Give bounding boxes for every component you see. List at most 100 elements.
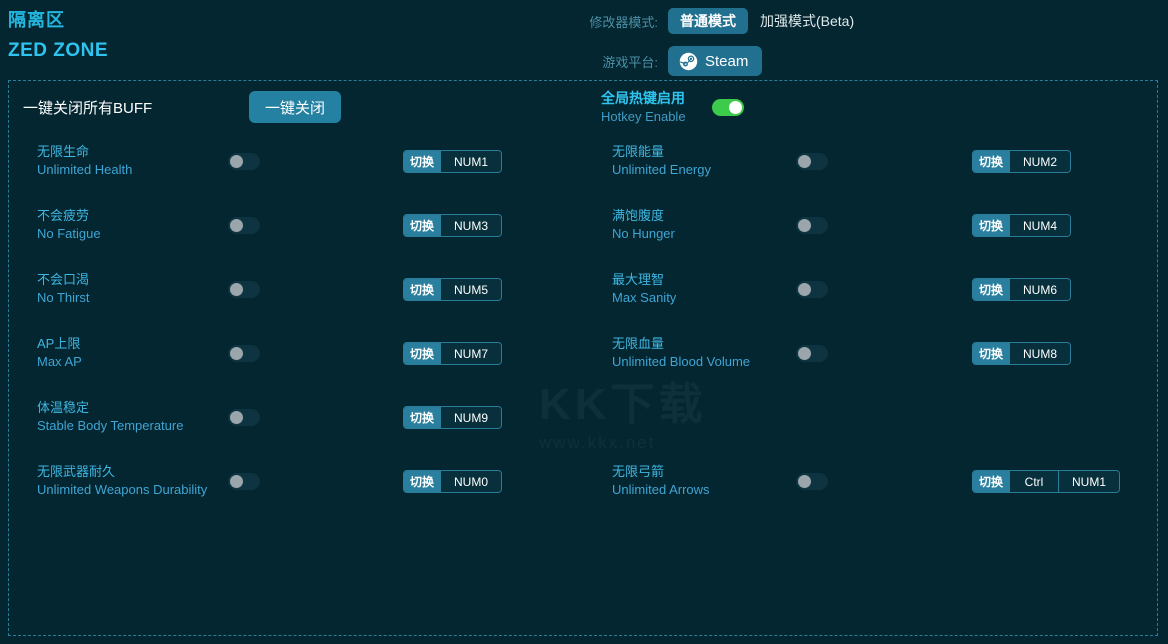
hotkey-chip[interactable]: 切换NUM9 bbox=[403, 406, 502, 429]
cheat-label-en: Unlimited Health bbox=[37, 161, 132, 179]
cheat-toggle[interactable] bbox=[796, 473, 828, 490]
cheat-toggle[interactable] bbox=[796, 345, 828, 362]
cheat-toggle-wrap bbox=[228, 345, 260, 363]
hotkey-chip[interactable]: 切换NUM3 bbox=[403, 214, 502, 237]
cheat-toggle[interactable] bbox=[228, 345, 260, 362]
hotkey-action-segment: 切换 bbox=[973, 151, 1009, 172]
cheat-hotkey-wrap: 切换NUM6 bbox=[972, 278, 1071, 301]
hotkey-enable-labels: 全局热键启用 Hotkey Enable bbox=[601, 89, 686, 126]
cheat-label-en: Max AP bbox=[37, 353, 82, 371]
cheat-toggle-wrap bbox=[228, 217, 260, 235]
hotkey-key-segment: NUM0 bbox=[440, 471, 501, 492]
mode-button-enhanced[interactable]: 加强模式(Beta) bbox=[748, 8, 866, 34]
all-off-button[interactable]: 一键关闭 bbox=[249, 91, 341, 123]
hotkey-chip[interactable]: 切换NUM4 bbox=[972, 214, 1071, 237]
trainer-mode-row: 修改器模式: 普通模式 加强模式(Beta) bbox=[578, 4, 866, 38]
cheat-row-labels: 体温稳定Stable Body Temperature bbox=[37, 399, 183, 435]
cheat-toggle-wrap bbox=[228, 281, 260, 299]
cheat-toggle[interactable] bbox=[796, 153, 828, 170]
cheat-toggle[interactable] bbox=[228, 409, 260, 426]
hotkey-modifier-segment: Ctrl bbox=[1009, 471, 1058, 492]
hotkey-chip[interactable]: 切换NUM5 bbox=[403, 278, 502, 301]
cheat-toggle[interactable] bbox=[228, 153, 260, 170]
cheat-hotkey-wrap: 切换CtrlNUM1 bbox=[972, 470, 1120, 493]
platform-button-label: Steam bbox=[705, 53, 748, 70]
cheat-hotkey-wrap: 切换NUM9 bbox=[403, 406, 502, 429]
cheat-hotkey-wrap: 切换NUM3 bbox=[403, 214, 502, 237]
cheat-toggle-wrap bbox=[796, 473, 828, 491]
cheat-hotkey-wrap: 切换NUM0 bbox=[403, 470, 502, 493]
hotkey-enable-block: 全局热键启用 Hotkey Enable bbox=[601, 89, 744, 126]
hotkey-chip[interactable]: 切换NUM0 bbox=[403, 470, 502, 493]
cheat-row-labels: 不会口渴No Thirst bbox=[37, 271, 90, 307]
cheat-panel: KK下载 www.kkx.net 一键关闭所有BUFF 一键关闭 全局热键启用 … bbox=[8, 80, 1158, 636]
hotkey-chip[interactable]: 切换CtrlNUM1 bbox=[972, 470, 1120, 493]
header-controls: 修改器模式: 普通模式 加强模式(Beta) 游戏平台: bbox=[578, 4, 866, 84]
hotkey-enable-label-en: Hotkey Enable bbox=[601, 108, 686, 126]
cheat-column-left: 无限生命Unlimited Health切换NUM1不会疲劳No Fatigue… bbox=[9, 137, 584, 521]
hotkey-key-segment: NUM6 bbox=[1009, 279, 1070, 300]
hotkey-key-segment: NUM4 bbox=[1009, 215, 1070, 236]
hotkey-action-segment: 切换 bbox=[404, 151, 440, 172]
toggle-knob bbox=[729, 101, 742, 114]
hotkey-key-segment: NUM7 bbox=[440, 343, 501, 364]
hotkey-key-segment: NUM8 bbox=[1009, 343, 1070, 364]
hotkey-action-segment: 切换 bbox=[404, 471, 440, 492]
cheat-label-cn: 无限能量 bbox=[612, 143, 711, 161]
cheat-row-labels: 无限血量Unlimited Blood Volume bbox=[612, 335, 750, 371]
cheat-hotkey-wrap: 切换NUM7 bbox=[403, 342, 502, 365]
platform-button-steam[interactable]: Steam bbox=[668, 46, 762, 76]
cheat-label-cn: 无限武器耐久 bbox=[37, 463, 207, 481]
cheat-row-labels: 无限武器耐久Unlimited Weapons Durability bbox=[37, 463, 207, 499]
cheat-toggle-wrap bbox=[796, 281, 828, 299]
game-platform-label: 游戏平台: bbox=[578, 52, 658, 71]
cheat-label-en: No Hunger bbox=[612, 225, 675, 243]
cheat-row: 不会口渴No Thirst 切换NUM5 bbox=[9, 265, 584, 329]
hotkey-chip[interactable]: 切换NUM6 bbox=[972, 278, 1071, 301]
cheat-toggle[interactable] bbox=[228, 473, 260, 490]
cheat-row-labels: 无限能量Unlimited Energy bbox=[612, 143, 711, 179]
hotkey-enable-toggle[interactable] bbox=[712, 99, 744, 116]
toggle-knob bbox=[798, 475, 811, 488]
toggle-knob bbox=[798, 155, 811, 168]
hotkey-key-segment: NUM1 bbox=[440, 151, 501, 172]
hotkey-action-segment: 切换 bbox=[404, 215, 440, 236]
hotkey-chip[interactable]: 切换NUM8 bbox=[972, 342, 1071, 365]
cheat-row-labels: 不会疲劳No Fatigue bbox=[37, 207, 101, 243]
cheat-label-cn: 无限生命 bbox=[37, 143, 132, 161]
mode-button-normal[interactable]: 普通模式 bbox=[668, 8, 748, 34]
panel-toolbar: 一键关闭所有BUFF 一键关闭 全局热键启用 Hotkey Enable bbox=[9, 81, 1157, 137]
cheat-toggle[interactable] bbox=[228, 217, 260, 234]
cheat-label-cn: 不会口渴 bbox=[37, 271, 90, 289]
cheat-label-cn: 体温稳定 bbox=[37, 399, 183, 417]
cheat-row: 无限弓箭Unlimited Arrows 切换CtrlNUM1 bbox=[584, 457, 1159, 521]
cheat-label-cn: 无限血量 bbox=[612, 335, 750, 353]
cheat-label-cn: 满饱腹度 bbox=[612, 207, 675, 225]
hotkey-chip[interactable]: 切换NUM7 bbox=[403, 342, 502, 365]
cheat-label-cn: AP上限 bbox=[37, 335, 82, 353]
cheat-row: 无限生命Unlimited Health 切换NUM1 bbox=[9, 137, 584, 201]
cheat-label-en: Unlimited Blood Volume bbox=[612, 353, 750, 371]
cheat-row-labels: 无限弓箭Unlimited Arrows bbox=[612, 463, 710, 499]
cheat-label-en: Unlimited Weapons Durability bbox=[37, 481, 207, 499]
cheat-row: 无限血量Unlimited Blood Volume 切换NUM8 bbox=[584, 329, 1159, 393]
hotkey-chip[interactable]: 切换NUM1 bbox=[403, 150, 502, 173]
cheat-toggle[interactable] bbox=[796, 281, 828, 298]
cheat-row-labels: 满饱腹度No Hunger bbox=[612, 207, 675, 243]
toggle-knob bbox=[230, 475, 243, 488]
hotkey-chip[interactable]: 切换NUM2 bbox=[972, 150, 1071, 173]
cheat-row-labels: 无限生命Unlimited Health bbox=[37, 143, 132, 179]
all-off-label: 一键关闭所有BUFF bbox=[23, 97, 152, 118]
cheat-hotkey-wrap: 切换NUM1 bbox=[403, 150, 502, 173]
app-title-block: 隔离区 ZED ZONE bbox=[8, 8, 108, 64]
cheat-row-labels: 最大理智Max Sanity bbox=[612, 271, 676, 307]
cheat-toggle[interactable] bbox=[796, 217, 828, 234]
hotkey-key-segment: NUM2 bbox=[1009, 151, 1070, 172]
app-header: 隔离区 ZED ZONE 修改器模式: 普通模式 加强模式(Beta) 游戏平台… bbox=[0, 0, 1168, 76]
cheat-toggle-wrap bbox=[796, 153, 828, 171]
cheat-row: 不会疲劳No Fatigue 切换NUM3 bbox=[9, 201, 584, 265]
cheat-label-en: Unlimited Energy bbox=[612, 161, 711, 179]
hotkey-enable-label-cn: 全局热键启用 bbox=[601, 89, 686, 108]
cheat-label-en: Stable Body Temperature bbox=[37, 417, 183, 435]
cheat-toggle[interactable] bbox=[228, 281, 260, 298]
